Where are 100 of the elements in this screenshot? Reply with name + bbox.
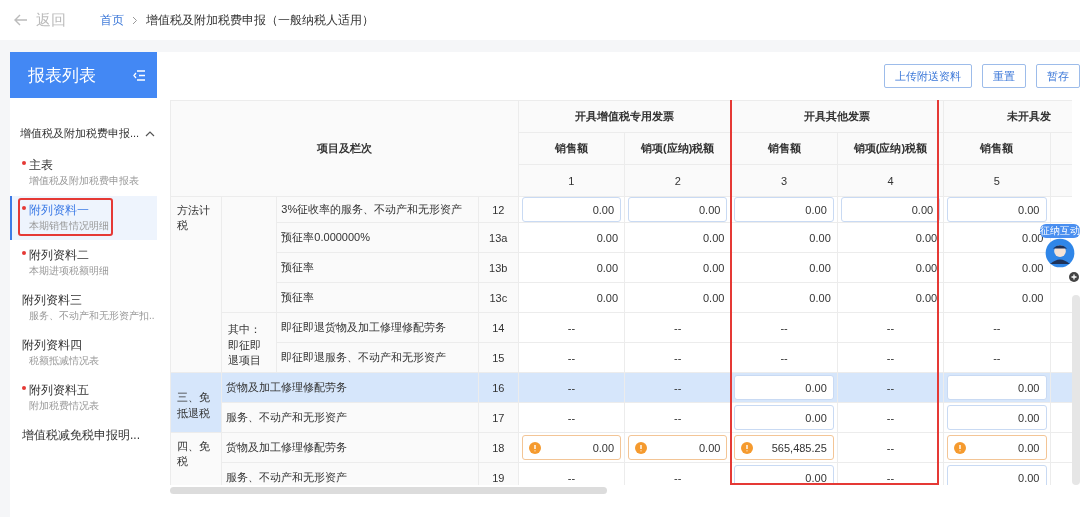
column-header: 销售额 — [943, 132, 1050, 165]
subgroup-label: 其中：即征即退项目 — [221, 312, 277, 373]
table-cell: -- — [730, 312, 838, 343]
report-item[interactable]: 附列资料四 税额抵减情况表 — [10, 331, 157, 375]
report-subtitle: 附加税费情况表 — [29, 399, 99, 413]
column-number: 1 — [518, 164, 625, 197]
table-cell: -- — [518, 312, 625, 343]
amount-field[interactable]: 0.00 — [734, 465, 834, 485]
table-cell: 0.00 — [837, 282, 944, 313]
column-header: 销项(应纳)税额 — [624, 132, 731, 165]
item-label[interactable]: 货物及加工修理修配劳务 — [221, 432, 479, 463]
amount-field[interactable]: 0.00 — [734, 375, 834, 400]
amount-field[interactable]: 0.00 — [947, 375, 1047, 400]
report-title: 附列资料一 — [29, 201, 89, 219]
column-header: 销售额 — [518, 132, 625, 165]
required-icon — [22, 206, 26, 210]
page-title: 增值税及附加税费申报（一般纳税人适用） — [146, 11, 374, 29]
warning-icon — [635, 441, 648, 454]
report-title: 附列资料三 — [22, 291, 82, 309]
amount-field[interactable]: 0.00 — [947, 435, 1047, 460]
report-subtitle: 增值税及附加税费申报表 — [29, 174, 139, 188]
report-group-toggle[interactable]: 增值税及附加税费申报... — [10, 98, 157, 151]
table-cell: 0.00 — [730, 282, 838, 313]
toolbar-button[interactable]: 暂存 — [1036, 64, 1080, 88]
amount-field[interactable]: 565,485.25 — [734, 435, 834, 460]
assistant-avatar[interactable] — [1044, 238, 1075, 268]
item-label[interactable]: 预征率 — [276, 282, 479, 313]
report-title: 附列资料二 — [29, 246, 89, 264]
table-cell: -- — [943, 312, 1050, 343]
amount-field[interactable]: 0.00 — [521, 197, 622, 222]
required-icon — [22, 386, 26, 390]
column-number: 5 — [943, 164, 1050, 197]
report-item[interactable]: 附列资料三 服务、不动产和无形资产扣.. — [10, 286, 157, 330]
column-group-header: 未开具发 — [943, 100, 1072, 133]
item-label[interactable]: 货物及加工修理修配劳务 — [221, 372, 479, 403]
amount-field[interactable]: 0.00 — [947, 405, 1047, 430]
table-cell: 0.00 — [518, 222, 625, 253]
amount-field[interactable]: 0.00 — [628, 197, 728, 222]
horizontal-scrollbar[interactable] — [170, 487, 607, 494]
column-number: 3 — [730, 164, 838, 197]
toolbar-button[interactable]: 上传附送资料 — [884, 64, 972, 88]
report-title: 增值税减免税申报明... — [22, 426, 140, 444]
table-cell: -- — [518, 402, 625, 433]
table-cell: -- — [837, 432, 944, 463]
column-header: 销项(应纳)税额 — [837, 132, 944, 165]
item-label[interactable]: 服务、不动产和无形资产 — [221, 462, 479, 485]
assistant-label: 征纳互动 — [1039, 224, 1080, 238]
item-label[interactable]: 服务、不动产和无形资产 — [221, 402, 479, 433]
table-cell: -- — [837, 342, 944, 373]
report-title: 附列资料五 — [29, 381, 89, 399]
section-label: 方法计税 — [170, 196, 222, 373]
item-label[interactable]: 预征率0.000000% — [276, 222, 479, 253]
amount-field[interactable]: 0.00 — [521, 435, 622, 460]
amount-field[interactable]: 0.00 — [947, 465, 1047, 485]
warning-icon — [741, 441, 754, 454]
column-group-header: 开具增值税专用发票 — [518, 100, 731, 133]
amount-field[interactable]: 0.00 — [840, 197, 941, 222]
collapse-menu-icon[interactable] — [133, 69, 145, 81]
column-header: 项目及栏次 — [170, 100, 519, 197]
warning-icon — [954, 441, 967, 454]
report-item[interactable]: 附列资料一 本期销售情况明细 — [10, 196, 157, 240]
table-cell: 0.00 — [943, 282, 1050, 313]
vertical-scrollbar[interactable] — [1072, 295, 1080, 485]
sidebar-title: 报表列表 — [28, 64, 96, 87]
report-title: 附列资料四 — [22, 336, 82, 354]
report-item[interactable]: 附列资料二 本期进项税额明细 — [10, 241, 157, 285]
item-label[interactable]: 3%征收率的服务、不动产和无形资产 — [276, 196, 479, 223]
item-label[interactable]: 即征即退服务、不动产和无形资产 — [276, 342, 479, 373]
caret-icon — [145, 130, 156, 137]
toolbar-button[interactable]: 重置 — [982, 64, 1026, 88]
amount-field[interactable]: 0.00 — [947, 197, 1047, 222]
report-title: 主表 — [29, 156, 53, 174]
warning-icon — [528, 441, 541, 454]
column-number: 2 — [624, 164, 731, 197]
breadcrumb-link[interactable]: 首页 — [100, 11, 124, 29]
table-cell: 0.00 — [837, 252, 944, 283]
table-cell: 0.00 — [730, 222, 838, 253]
table-cell: -- — [837, 402, 944, 433]
amount-field[interactable]: 0.00 — [734, 197, 834, 222]
column-number: 4 — [837, 164, 944, 197]
table-cell: -- — [730, 342, 838, 373]
table-cell: 0.00 — [518, 252, 625, 283]
report-item[interactable]: 增值税减免税申报明... — [10, 421, 157, 451]
amount-field[interactable]: 0.00 — [734, 405, 834, 430]
report-item[interactable]: 附列资料五 附加税费情况表 — [10, 376, 157, 420]
item-label[interactable]: 即征即退货物及加工修理修配劳务 — [276, 312, 479, 343]
chevron-icon — [132, 15, 138, 25]
table-cell: -- — [837, 372, 944, 403]
section-label: 四、免税 — [170, 432, 222, 485]
table-cell: 0.00 — [837, 222, 944, 253]
add-icon[interactable] — [1069, 272, 1079, 282]
report-subtitle: 本期进项税额明细 — [29, 264, 109, 278]
required-icon — [22, 251, 26, 255]
amount-field[interactable]: 0.00 — [628, 435, 728, 460]
table-cell: -- — [518, 342, 625, 373]
report-item[interactable]: 主表 增值税及附加税费申报表 — [10, 151, 157, 195]
item-label[interactable]: 预征率 — [276, 252, 479, 283]
report-subtitle: 服务、不动产和无形资产扣.. — [29, 309, 155, 323]
table-cell: -- — [837, 312, 944, 343]
table-cell: 0.00 — [730, 252, 838, 283]
